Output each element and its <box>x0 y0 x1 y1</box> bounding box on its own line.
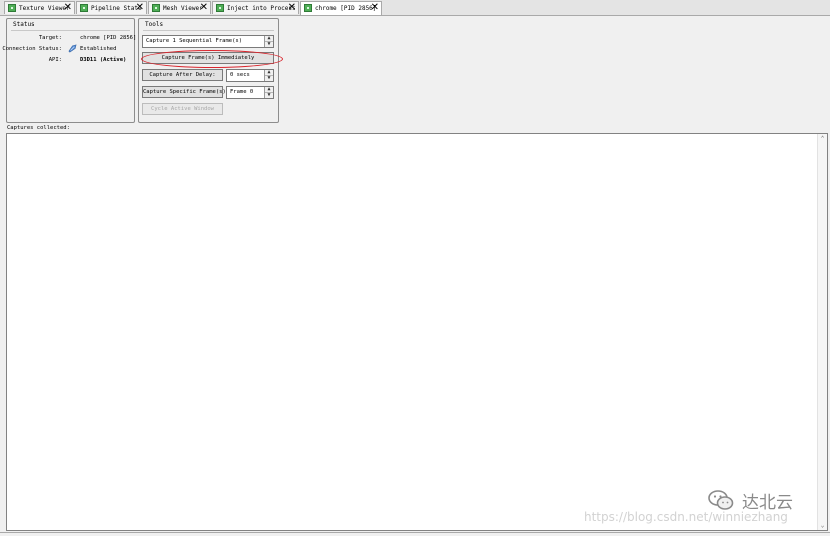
tab-label: Inject into Process <box>227 5 296 12</box>
spin-down-icon[interactable]: ▼ <box>265 92 273 99</box>
status-title: Status <box>13 21 35 28</box>
stepper-buttons[interactable]: ▲ ▼ <box>264 36 273 47</box>
tab-label: Pipeline State <box>91 5 142 12</box>
close-icon[interactable]: ✕ <box>136 2 144 14</box>
vertical-scrollbar[interactable]: ⌃ ⌄ <box>817 134 827 530</box>
captures-list[interactable]: ⌃ ⌄ <box>6 133 828 531</box>
tab-chrome-capture[interactable]: chrome [PID 2856] ✕ <box>300 1 382 15</box>
tab-pipeline-state[interactable]: Pipeline State ✕ <box>76 1 147 14</box>
scroll-up-icon[interactable]: ⌃ <box>818 134 827 143</box>
tab-app-icon <box>216 4 224 12</box>
status-group: Status Target: chrome [PID 2856] Connect… <box>2 18 137 123</box>
tab-app-icon <box>8 4 16 12</box>
connection-status-value: Established <box>80 46 117 52</box>
tab-label: Texture Viewer <box>19 5 70 12</box>
target-label: Target: <box>38 35 62 41</box>
connection-established-icon <box>68 44 77 53</box>
divider <box>0 532 830 533</box>
cycle-active-window-button[interactable]: Cycle Active Window <box>142 103 223 115</box>
close-icon[interactable]: ✕ <box>371 2 379 14</box>
close-icon[interactable]: ✕ <box>200 2 208 14</box>
tab-inject-into-process[interactable]: Inject into Process ✕ <box>212 1 299 14</box>
close-icon[interactable]: ✕ <box>288 2 296 14</box>
captures-collected-label: Captures collected: <box>7 125 70 131</box>
tab-app-icon <box>152 4 160 12</box>
capture-specific-frames-button[interactable]: Capture Specific Frame(s) <box>142 86 226 98</box>
capture-after-delay-button[interactable]: Capture After Delay: <box>142 69 223 81</box>
divider <box>143 30 274 31</box>
tab-texture-viewer[interactable]: Texture Viewer ✕ <box>4 1 75 14</box>
sequential-frames-stepper[interactable]: Capture 1 Sequential Frame(s) ▲ ▼ <box>142 35 274 48</box>
target-value: chrome [PID 2856] <box>80 35 137 41</box>
spin-down-icon[interactable]: ▼ <box>265 41 273 48</box>
watermark-brand: 达北云 <box>708 488 818 513</box>
tab-mesh-viewer[interactable]: Mesh Viewer ✕ <box>148 1 211 14</box>
specific-frame-value: Frame 0 <box>230 89 254 95</box>
spin-down-icon[interactable]: ▼ <box>265 75 273 82</box>
delay-value: 0 secs <box>230 72 250 78</box>
close-icon[interactable]: ✕ <box>64 2 72 14</box>
api-value: D3D11 (Active) <box>80 57 127 63</box>
api-label: API: <box>48 57 62 63</box>
stepper-buttons[interactable]: ▲ ▼ <box>264 87 273 98</box>
watermark-url: https://blog.csdn.net/winniezhang <box>584 510 788 524</box>
specific-frame-stepper[interactable]: Frame 0 ▲ ▼ <box>226 86 274 99</box>
tab-bar: Texture Viewer ✕ Pipeline State ✕ Mesh V… <box>0 0 830 16</box>
highlight-annotation <box>141 50 283 68</box>
tab-app-icon <box>80 4 88 12</box>
delay-stepper[interactable]: 0 secs ▲ ▼ <box>226 69 274 82</box>
tab-app-icon <box>304 4 312 12</box>
sequential-frames-value: Capture 1 Sequential Frame(s) <box>146 38 243 44</box>
divider <box>11 30 130 31</box>
stepper-buttons[interactable]: ▲ ▼ <box>264 70 273 81</box>
tab-label: Mesh Viewer <box>163 5 203 12</box>
tools-title: Tools <box>145 21 164 28</box>
connection-status-label: Connection Status: <box>2 46 62 52</box>
scroll-down-icon[interactable]: ⌄ <box>818 521 827 530</box>
tab-label: chrome [PID 2856] <box>315 5 377 12</box>
wechat-icon <box>708 490 734 510</box>
